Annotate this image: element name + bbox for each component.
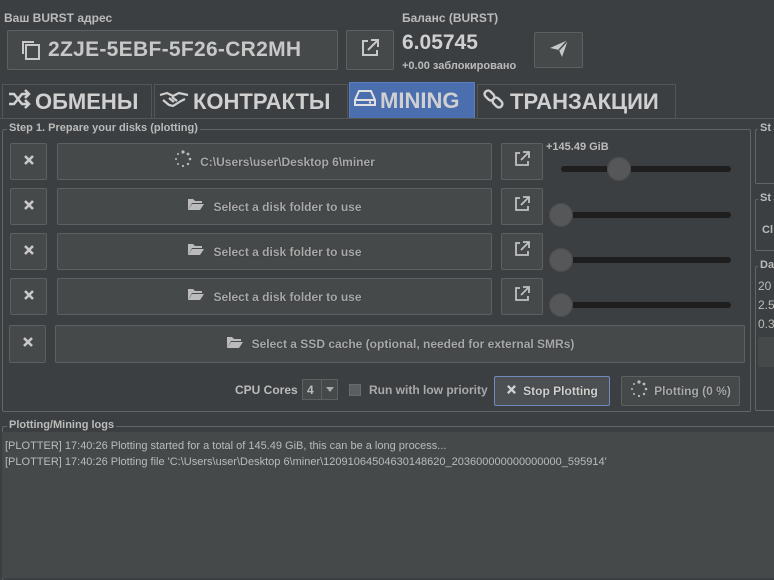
low-priority-checkbox[interactable] — [349, 384, 361, 396]
ssd-cache-label: Select a SSD cache (optional, needed for… — [251, 337, 575, 351]
step2-legend: St — [758, 122, 773, 134]
close-icon — [506, 382, 517, 400]
disk-size-slider-thumb-1[interactable] — [607, 157, 631, 181]
external-link-icon — [513, 150, 531, 173]
burst-address: 2ZJE-5EBF-5F26-CR2MH — [48, 38, 302, 61]
disk-folder-button-2[interactable]: Select a disk folder to use — [57, 188, 492, 225]
step1-legend: Step 1. Prepare your disks (plotting) — [7, 122, 200, 134]
close-icon — [22, 335, 34, 353]
close-icon — [23, 153, 35, 171]
folder-open-icon — [226, 335, 244, 354]
logs-legend: Plotting/Mining logs — [7, 419, 117, 431]
tab-contracts-label: КОНТРАКТЫ — [193, 88, 331, 114]
tabs-divider — [0, 118, 774, 119]
tab-contracts[interactable]: КОНТРАКТЫ — [154, 84, 348, 118]
low-priority-label: Run with low priority — [369, 383, 488, 397]
link-icon — [482, 88, 506, 116]
disk-size-slider-track-2[interactable] — [561, 212, 731, 218]
disk-folder-label-4: Select a disk folder to use — [213, 289, 362, 304]
external-link-icon — [513, 285, 531, 308]
open-folder-button-3[interactable] — [501, 233, 543, 270]
cpu-cores-label: CPU Cores — [235, 383, 298, 397]
tab-exchange[interactable]: ОБМЕНЫ — [2, 84, 152, 118]
ssd-cache-button[interactable]: Select a SSD cache (optional, needed for… — [55, 325, 745, 363]
open-folder-button-4[interactable] — [501, 278, 543, 315]
stop-plotting-label: Stop Plotting — [523, 384, 598, 398]
balance-value: 6.05745 — [402, 31, 478, 54]
tab-transactions[interactable]: ТРАНЗАКЦИИ — [477, 84, 676, 118]
spinner-icon — [630, 379, 648, 403]
paper-plane-icon — [548, 37, 570, 64]
stop-plotting-button[interactable]: Stop Plotting — [494, 376, 610, 406]
data-value-2: 2.5 — [758, 298, 774, 312]
close-icon — [23, 243, 35, 261]
remove-disk-button-3[interactable] — [10, 233, 47, 270]
disk-folder-label-1: C:\Users\user\Desktop 6\miner — [200, 154, 375, 169]
spinner-icon — [174, 150, 192, 173]
remove-ssd-button[interactable] — [9, 325, 46, 363]
shuffle-icon — [7, 88, 31, 115]
disk-folder-button-4[interactable]: Select a disk folder to use — [57, 278, 492, 315]
data-legend: Da — [758, 259, 774, 271]
log-line: [PLOTTER] 17:40:26 Plotting started for … — [5, 440, 447, 452]
tab-transactions-label: ТРАНЗАКЦИИ — [510, 88, 659, 114]
hdd-icon — [354, 88, 376, 114]
tab-mining[interactable]: MINING — [349, 82, 475, 119]
data-panel: Da 20 2.5 0.3 — [755, 259, 774, 411]
folder-open-icon — [187, 287, 205, 306]
step3-panel: St Cl — [755, 192, 774, 251]
open-folder-button-1[interactable] — [501, 143, 543, 180]
external-link-icon — [359, 37, 381, 64]
disk-folder-button-3[interactable]: Select a disk folder to use — [57, 233, 492, 270]
disk-size-slider-thumb-2[interactable] — [549, 203, 573, 227]
open-address-button[interactable] — [346, 30, 394, 70]
tab-exchange-label: ОБМЕНЫ — [35, 88, 139, 114]
data-values: 20 2.5 0.3 — [758, 277, 774, 334]
data-field — [758, 337, 774, 367]
close-icon — [23, 288, 35, 306]
remove-disk-button-4[interactable] — [10, 278, 47, 315]
send-button[interactable] — [534, 32, 583, 68]
disk-size-slider-thumb-4[interactable] — [549, 293, 573, 317]
folder-open-icon — [187, 197, 205, 216]
disk-size-slider-track-1[interactable] — [561, 166, 731, 172]
external-link-icon — [513, 195, 531, 218]
step3-legend: St — [758, 192, 773, 204]
chevron-down-icon[interactable] — [321, 380, 337, 399]
disk-size-value-1: +145.49 GiB — [546, 141, 609, 153]
tab-mining-label: MINING — [380, 88, 460, 113]
disk-size-slider-thumb-3[interactable] — [549, 248, 573, 272]
disk-size-slider-track-4[interactable] — [561, 302, 731, 308]
cpu-cores-value: 4 — [307, 382, 314, 397]
logs-textarea[interactable]: [PLOTTER] 17:40:26 Plotting started for … — [2, 432, 774, 578]
external-link-icon — [513, 240, 531, 263]
disk-size-slider-track-3[interactable] — [561, 257, 731, 263]
address-copy-button[interactable]: 2ZJE-5EBF-5F26-CR2MH — [7, 30, 338, 70]
data-value-1: 20 — [758, 279, 772, 293]
disk-folder-label-3: Select a disk folder to use — [213, 244, 362, 259]
copy-icon — [20, 39, 42, 61]
step3-text: Cl — [762, 224, 773, 236]
log-line: [PLOTTER] 17:40:26 Plotting file 'C:\Use… — [5, 456, 607, 468]
data-value-3: 0.3 — [758, 317, 774, 331]
remove-disk-button-1[interactable] — [10, 143, 47, 180]
disk-folder-label-2: Select a disk folder to use — [213, 199, 362, 214]
close-icon — [23, 198, 35, 216]
plotting-status-label: Plotting (0 %) — [654, 384, 731, 398]
step2-panel: St — [755, 122, 774, 184]
locked-amount: +0.00 заблокировано — [402, 60, 517, 72]
remove-disk-button-2[interactable] — [10, 188, 47, 225]
balance-label: Баланс (BURST) — [402, 11, 499, 25]
handshake-icon — [159, 89, 189, 115]
address-label: Ваш BURST адрес — [4, 11, 113, 25]
cpu-cores-select[interactable]: 4 — [302, 379, 338, 400]
plotting-status-button[interactable]: Plotting (0 %) — [621, 376, 740, 406]
folder-open-icon — [187, 242, 205, 261]
open-folder-button-2[interactable] — [501, 188, 543, 225]
disk-folder-button-1[interactable]: C:\Users\user\Desktop 6\miner — [57, 143, 492, 180]
